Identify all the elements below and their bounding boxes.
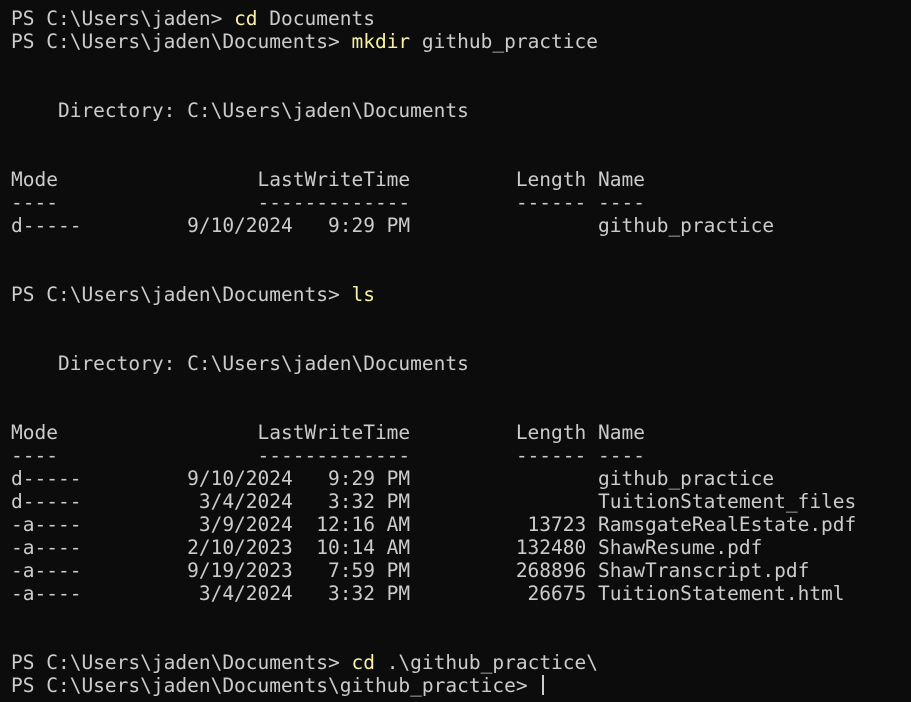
table-row: d----- 9/10/2024 9:29 PM github_practice <box>11 467 775 490</box>
text-cursor <box>542 675 545 695</box>
command-line: PS C:\Users\jaden> cd Documents <box>11 7 911 30</box>
table-row: d----- 3/4/2024 3:32 PM TuitionStatement… <box>11 490 857 513</box>
directory-heading: Directory: C:\Users\jaden\Documents <box>11 352 469 375</box>
command-text: ls <box>351 283 375 306</box>
table-row: -a---- 9/19/2023 7:59 PM 268896 ShawTran… <box>11 559 810 582</box>
active-prompt-line[interactable]: PS C:\Users\jaden\Documents\github_pract… <box>11 674 911 697</box>
table-row: -a---- 2/10/2023 10:14 AM 132480 ShawRes… <box>11 536 763 559</box>
table-separator: ---- ------------- ------ ---- <box>11 191 645 214</box>
table-row: d----- 9/10/2024 9:29 PM github_practice <box>11 214 775 237</box>
command-line: PS C:\Users\jaden\Documents> mkdir githu… <box>11 30 911 53</box>
command-line: PS C:\Users\jaden\Documents> cd .\github… <box>11 651 911 674</box>
table-row: -a---- 3/9/2024 12:16 AM 13723 RamsgateR… <box>11 513 857 536</box>
terminal-window[interactable]: PS C:\Users\jaden> cd Documents PS C:\Us… <box>0 0 911 702</box>
table-header: Mode LastWriteTime Length Name <box>11 421 645 444</box>
table-row: -a---- 3/4/2024 3:32 PM 26675 TuitionSta… <box>11 582 845 605</box>
prompt-text: PS C:\Users\jaden\Documents> <box>11 651 352 674</box>
command-args: Documents <box>257 7 375 30</box>
prompt-text: PS C:\Users\jaden\Documents> <box>11 30 352 53</box>
table-separator: ---- ------------- ------ ---- <box>11 444 645 467</box>
command-text: cd <box>234 7 258 30</box>
command-args: github_practice <box>410 30 599 53</box>
prompt-text: PS C:\Users\jaden> <box>11 7 235 30</box>
command-text: cd <box>351 651 375 674</box>
prompt-text: PS C:\Users\jaden\Documents\github_pract… <box>11 674 540 697</box>
prompt-text: PS C:\Users\jaden\Documents> <box>11 283 352 306</box>
directory-heading: Directory: C:\Users\jaden\Documents <box>11 99 469 122</box>
command-text: mkdir <box>351 30 411 53</box>
command-args: .\github_practice\ <box>374 651 599 674</box>
table-header: Mode LastWriteTime Length Name <box>11 168 645 191</box>
command-line: PS C:\Users\jaden\Documents> ls <box>11 283 911 306</box>
